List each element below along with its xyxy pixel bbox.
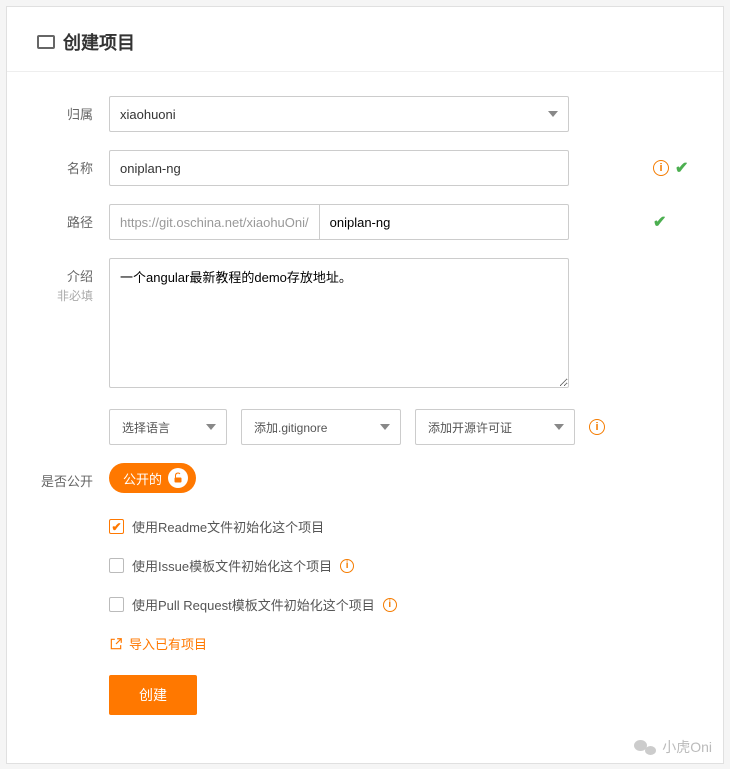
readme-checkbox-label: 使用Readme文件初始化这个项目 bbox=[132, 517, 324, 536]
owner-value: xiaohuoni bbox=[120, 107, 176, 122]
project-icon bbox=[37, 35, 55, 49]
pr-checkbox-label: 使用Pull Request模板文件初始化这个项目 bbox=[132, 595, 375, 614]
pr-checkbox-row[interactable]: 使用Pull Request模板文件初始化这个项目 i bbox=[109, 595, 693, 614]
issue-checkbox-label: 使用Issue模板文件初始化这个项目 bbox=[132, 556, 332, 575]
info-icon: i bbox=[340, 559, 354, 573]
wechat-icon bbox=[634, 738, 656, 756]
check-icon: ✔ bbox=[653, 212, 666, 232]
watermark: 小虎Oni bbox=[634, 737, 712, 757]
language-select[interactable]: 选择语言 bbox=[109, 409, 227, 445]
chevron-down-icon bbox=[380, 424, 390, 430]
create-project-panel: 创建项目 归属 xiaohuoni 名称 bbox=[6, 6, 724, 764]
language-select-label: 选择语言 bbox=[122, 419, 170, 436]
intro-textarea[interactable] bbox=[109, 258, 569, 388]
gitignore-select[interactable]: 添加.gitignore bbox=[241, 409, 401, 445]
info-icon: i bbox=[589, 419, 605, 435]
name-input[interactable] bbox=[120, 161, 558, 176]
name-input-wrap bbox=[109, 150, 569, 186]
chevron-down-icon bbox=[206, 424, 216, 430]
name-label: 名称 bbox=[37, 150, 109, 177]
readme-checkbox-row[interactable]: ✔ 使用Readme文件初始化这个项目 bbox=[109, 517, 693, 536]
create-button[interactable]: 创建 bbox=[109, 675, 197, 715]
license-select-label: 添加开源许可证 bbox=[428, 419, 512, 436]
license-select[interactable]: 添加开源许可证 bbox=[415, 409, 575, 445]
path-input[interactable] bbox=[319, 204, 569, 240]
import-link-label: 导入已有项目 bbox=[129, 634, 207, 653]
checkbox-icon bbox=[109, 558, 124, 573]
intro-label: 介绍 非必填 bbox=[37, 258, 109, 304]
page-title: 创建项目 bbox=[63, 29, 135, 55]
import-link[interactable]: 导入已有项目 bbox=[109, 634, 693, 653]
watermark-text: 小虎Oni bbox=[662, 737, 712, 757]
issue-checkbox-row[interactable]: 使用Issue模板文件初始化这个项目 i bbox=[109, 556, 693, 575]
chevron-down-icon bbox=[554, 424, 564, 430]
import-icon bbox=[109, 637, 123, 651]
gitignore-select-label: 添加.gitignore bbox=[254, 419, 327, 436]
checkbox-icon bbox=[109, 597, 124, 612]
unlock-icon bbox=[168, 468, 188, 488]
intro-optional-text: 非必填 bbox=[37, 287, 93, 304]
chevron-down-icon bbox=[548, 111, 558, 117]
intro-label-text: 介绍 bbox=[67, 269, 93, 284]
check-icon: ✔ bbox=[675, 158, 688, 178]
checkbox-checked-icon: ✔ bbox=[109, 519, 124, 534]
info-icon: i bbox=[383, 598, 397, 612]
owner-label: 归属 bbox=[37, 96, 109, 123]
owner-select[interactable]: xiaohuoni bbox=[109, 96, 569, 132]
public-label: 是否公开 bbox=[37, 463, 109, 490]
create-project-form: 归属 xiaohuoni 名称 i ✔ bbox=[7, 96, 723, 763]
public-toggle-label: 公开的 bbox=[123, 469, 162, 488]
path-prefix: https://git.oschina.net/xiaohuOni/ bbox=[109, 204, 319, 240]
path-label: 路径 bbox=[37, 204, 109, 231]
panel-header: 创建项目 bbox=[7, 7, 723, 72]
path-group: https://git.oschina.net/xiaohuOni/ bbox=[109, 204, 569, 240]
info-icon: i bbox=[653, 160, 669, 176]
public-toggle[interactable]: 公开的 bbox=[109, 463, 196, 493]
